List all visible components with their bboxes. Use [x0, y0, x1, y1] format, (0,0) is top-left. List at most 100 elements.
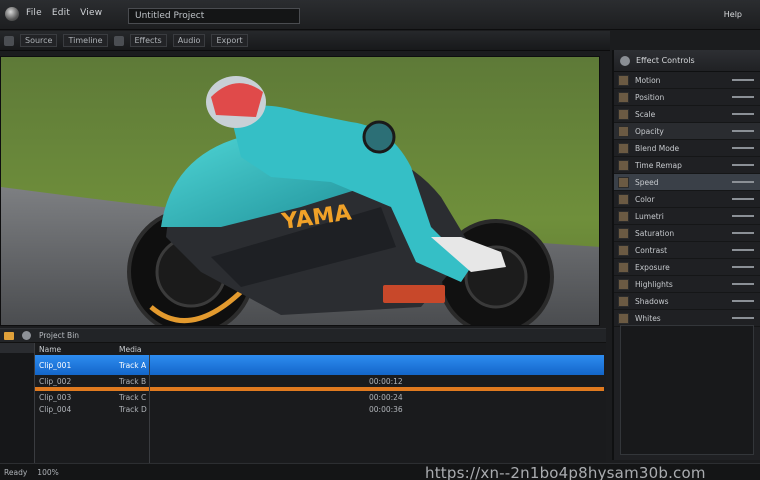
panel-menu-icon[interactable] [620, 55, 630, 66]
row-media: Track B [119, 376, 147, 386]
effect-thumbnail-icon [618, 108, 629, 120]
effect-thumbnail-icon [618, 193, 629, 205]
menu-item-edit[interactable]: Edit [52, 8, 70, 18]
effect-label: Lumetri [635, 211, 664, 221]
effect-row[interactable]: Saturation [614, 225, 760, 242]
effect-row[interactable]: Color [614, 191, 760, 208]
status-text: Ready [4, 467, 28, 477]
effect-thumbnail-icon [618, 159, 629, 171]
column-header-media[interactable]: Media [115, 345, 235, 355]
bin-title: Project Bin [39, 331, 80, 340]
tool-strip: Source Timeline Effects Audio Export [0, 31, 610, 51]
effect-slider[interactable] [732, 96, 754, 98]
app-logo-icon [5, 7, 19, 21]
table-row[interactable]: Clip_001 Track A [35, 355, 604, 375]
title-bar: File Edit View Untitled Project Help [0, 0, 760, 30]
effect-slider[interactable] [732, 317, 754, 319]
effect-slider[interactable] [732, 147, 754, 149]
effect-slider[interactable] [732, 130, 754, 132]
menu-item-file[interactable]: File [26, 8, 42, 18]
effect-thumbnail-icon [618, 91, 629, 103]
row-name: Clip_004 [39, 404, 72, 414]
effect-thumbnail-icon [618, 74, 629, 86]
effect-row[interactable]: Scale [614, 106, 760, 123]
table-row[interactable]: Clip_004 Track D 00:00:36 [35, 403, 604, 415]
effect-label: Blend Mode [635, 143, 680, 153]
effect-thumbnail-icon [618, 244, 629, 256]
effect-row[interactable]: Position [614, 89, 760, 106]
search-icon[interactable] [22, 331, 31, 340]
effect-row[interactable]: Contrast [614, 242, 760, 259]
effect-row[interactable]: Speed [614, 174, 760, 191]
tool-audio[interactable]: Audio [172, 34, 206, 47]
tool-source[interactable]: Source [20, 34, 58, 47]
effect-controls-panel: Effect Controls Motion Position Scale Opaci… [612, 50, 760, 460]
effect-row[interactable]: Opacity [614, 123, 760, 140]
effect-label: Highlights [635, 279, 673, 289]
effect-slider[interactable] [732, 249, 754, 251]
project-title-field[interactable]: Untitled Project [128, 8, 300, 24]
effect-label: Color [635, 194, 655, 204]
effect-label: Whites [635, 313, 661, 323]
table-row[interactable]: Clip_002 Track B 00:00:12 [35, 375, 604, 387]
bin-sidebar [0, 343, 34, 463]
effect-row[interactable]: Lumetri [614, 208, 760, 225]
row-duration: 00:00:36 [369, 404, 403, 414]
effect-label: Scale [635, 109, 656, 119]
tool-timeline[interactable]: Timeline [63, 34, 108, 47]
effect-label: Opacity [635, 126, 664, 136]
effect-label: Time Remap [635, 160, 682, 170]
effect-slider[interactable] [732, 300, 754, 302]
program-monitor[interactable]: YAMA [0, 56, 600, 326]
effect-row[interactable]: Time Remap [614, 157, 760, 174]
effect-thumbnail-icon [618, 176, 629, 188]
project-bin-panel: Project Bin Name Media Clip_001 Track A … [0, 328, 606, 463]
column-divider[interactable] [149, 355, 150, 463]
effect-thumbnail-icon [618, 312, 629, 324]
row-name: Clip_001 [39, 360, 72, 370]
effect-slider[interactable] [732, 283, 754, 285]
effect-label: Position [635, 92, 665, 102]
table-row[interactable]: Clip_003 Track C 00:00:24 [35, 391, 604, 403]
tool-export[interactable]: Export [211, 34, 248, 47]
effect-slider[interactable] [732, 79, 754, 81]
effect-label: Speed [635, 177, 659, 187]
effect-slider[interactable] [732, 266, 754, 268]
tool-icon[interactable] [113, 35, 124, 46]
table-header: Name Media [35, 343, 604, 355]
effect-thumbnail-icon [618, 142, 629, 154]
row-media: Track A [119, 360, 147, 370]
tool-effects[interactable]: Effects [129, 34, 167, 47]
effect-label: Shadows [635, 296, 669, 306]
zoom-level[interactable]: 100% [37, 468, 58, 477]
row-media: Track C [119, 392, 147, 402]
effect-thumbnail-icon [618, 227, 629, 239]
effect-slider[interactable] [732, 164, 754, 166]
folder-icon[interactable] [4, 331, 14, 340]
video-frame: YAMA [1, 57, 599, 325]
effect-slider[interactable] [732, 232, 754, 234]
help-menu[interactable]: Help [724, 10, 742, 19]
effect-slider[interactable] [732, 113, 754, 115]
tool-icon[interactable] [4, 35, 14, 46]
number-plate [383, 285, 445, 303]
menu-item-view[interactable]: View [80, 8, 102, 18]
effect-thumbnail-icon [618, 278, 629, 290]
effect-list: Motion Position Scale Opacity Blend Mode Time… [614, 72, 760, 327]
panel-preview-area [620, 325, 754, 455]
effect-slider[interactable] [732, 181, 754, 183]
effect-row[interactable]: Motion [614, 72, 760, 89]
row-media: Track D [119, 404, 147, 414]
effect-thumbnail-icon [618, 295, 629, 307]
row-name: Clip_002 [39, 376, 72, 386]
effect-row[interactable]: Shadows [614, 293, 760, 310]
effect-row[interactable]: Exposure [614, 259, 760, 276]
row-name: Clip_003 [39, 392, 72, 402]
effect-row[interactable]: Blend Mode [614, 140, 760, 157]
effect-row[interactable]: Highlights [614, 276, 760, 293]
effect-thumbnail-icon [618, 125, 629, 137]
effect-label: Exposure [635, 262, 670, 272]
effect-slider[interactable] [732, 215, 754, 217]
effect-slider[interactable] [732, 198, 754, 200]
column-header-name[interactable]: Name [35, 345, 115, 355]
